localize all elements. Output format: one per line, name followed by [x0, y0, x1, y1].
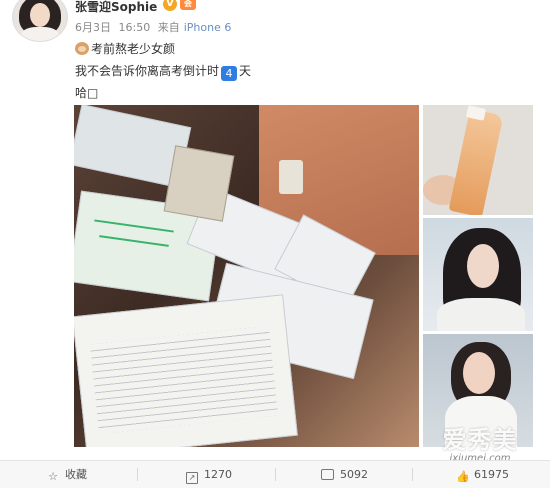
thumb-face [467, 244, 499, 288]
favorite-button[interactable]: ☆ 收藏 [47, 467, 87, 483]
post-text-line1: 考前熬老少女颜 [75, 40, 175, 57]
avatar-face [30, 3, 50, 27]
action-bar: ☆ 收藏 ↗ 1270 5092 👍 61975 [0, 460, 550, 488]
post-text-line2: 我不会告诉你离高考倒计时 4 天 [75, 62, 251, 81]
post-date[interactable]: 6月3日 [75, 21, 111, 34]
avatar-shirt [21, 27, 59, 41]
post-text-line2-after: 天 [239, 64, 252, 78]
thumbnail-portrait-photo[interactable] [423, 218, 533, 331]
favorite-label: 收藏 [65, 468, 87, 481]
thumb-body [437, 298, 525, 331]
photo-tissue-box [163, 145, 235, 222]
source-link[interactable]: iPhone 6 [184, 21, 232, 34]
repost-icon: ↗ [186, 472, 198, 484]
divider [412, 468, 413, 481]
number-4-emoji-icon: 4 [221, 66, 238, 81]
divider [137, 468, 138, 481]
main-photo-study-desk[interactable] [74, 105, 419, 447]
post-meta: 6月3日 16:50 来自 iPhone 6 [75, 19, 235, 35]
like-button[interactable]: 👍 61975 [456, 467, 509, 483]
verified-icon: V [163, 0, 177, 11]
dog-emoji-icon [75, 42, 89, 55]
post-text-line3: 哈□ [75, 86, 99, 100]
thumbs-up-icon: 👍 [456, 470, 470, 483]
repost-count: 1270 [204, 468, 232, 481]
post-text-line1-content: 考前熬老少女颜 [91, 42, 176, 56]
thumb-face [463, 352, 495, 394]
like-count: 61975 [474, 468, 509, 481]
comment-icon [321, 469, 334, 480]
comment-count: 5092 [340, 468, 368, 481]
photo-text-lines [89, 325, 279, 435]
watermark-cn: 爱秀美 [442, 425, 518, 454]
repost-button[interactable]: ↗ 1270 [186, 467, 232, 484]
source-prefix: 来自 [157, 21, 180, 34]
thumbnail-bottle-photo[interactable] [423, 105, 533, 215]
comment-button[interactable]: 5092 [321, 467, 368, 482]
star-icon: ☆ [48, 470, 58, 483]
username-link[interactable]: 张雪迎Sophie [75, 0, 157, 15]
avatar[interactable] [12, 0, 68, 42]
post-text-line2-before: 我不会告诉你离高考倒计时 [75, 64, 220, 78]
post-time[interactable]: 16:50 [119, 21, 151, 34]
thumb-bottle [448, 108, 504, 215]
member-badge-icon[interactable]: 会 [180, 0, 196, 10]
divider [275, 468, 276, 481]
photo-cup [279, 160, 303, 194]
